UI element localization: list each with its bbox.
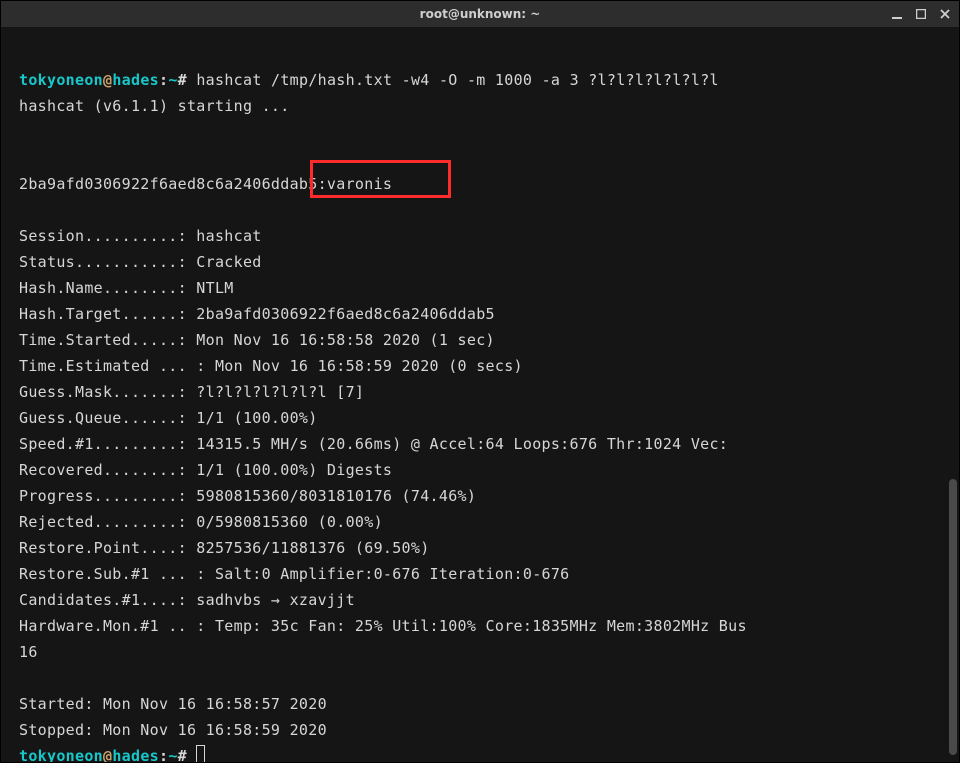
stat-hash-name: Hash.Name........: NTLM bbox=[19, 279, 234, 297]
stat-hardware: Hardware.Mon.#1 .. : Temp: 35c Fan: 25% … bbox=[19, 617, 747, 635]
prompt-hash: # bbox=[178, 747, 187, 762]
prompt-colon: : bbox=[159, 71, 168, 89]
stat-speed: Speed.#1.........: 14315.5 MH/s (20.66ms… bbox=[19, 435, 728, 453]
stat-candidates: Candidates.#1....: sadhvbs → xzavjjt bbox=[19, 591, 355, 609]
footer-started: Started: Mon Nov 16 16:58:57 2020 bbox=[19, 695, 327, 713]
stat-time-started: Time.Started.....: Mon Nov 16 16:58:58 2… bbox=[19, 331, 495, 349]
stat-restore-sub: Restore.Sub.#1 ... : Salt:0 Amplifier:0-… bbox=[19, 565, 570, 583]
prompt-path: ~ bbox=[168, 747, 177, 762]
stat-time-estimated: Time.Estimated ... : Mon Nov 16 16:58:59… bbox=[19, 357, 523, 375]
terminal-window: root@unknown: ~ tokyoneon@hades:~# hashc… bbox=[0, 0, 960, 763]
prompt-user: tokyoneon bbox=[19, 71, 103, 89]
cracked-hash-line: 2ba9afd0306922f6aed8c6a2406ddab5:varonis bbox=[19, 175, 392, 193]
cursor-icon bbox=[196, 745, 205, 762]
starting-line: hashcat (v6.1.1) starting ... bbox=[19, 97, 290, 115]
prompt-colon: : bbox=[159, 747, 168, 762]
stat-rejected: Rejected.........: 0/5980815360 (0.00%) bbox=[19, 513, 383, 531]
titlebar[interactable]: root@unknown: ~ bbox=[1, 1, 959, 27]
command-text: hashcat /tmp/hash.txt -w4 -O -m 1000 -a … bbox=[187, 71, 719, 89]
stat-session: Session..........: hashcat bbox=[19, 227, 262, 245]
footer-stopped: Stopped: Mon Nov 16 16:58:59 2020 bbox=[19, 721, 327, 739]
close-button[interactable] bbox=[937, 6, 953, 22]
window-title: root@unknown: ~ bbox=[420, 7, 541, 21]
prompt-path: ~ bbox=[168, 71, 177, 89]
scrollbar-thumb[interactable] bbox=[949, 479, 957, 755]
terminal-output[interactable]: tokyoneon@hades:~# hashcat /tmp/hash.txt… bbox=[1, 27, 959, 762]
maximize-button[interactable] bbox=[913, 6, 929, 22]
minimize-button[interactable] bbox=[889, 6, 905, 22]
stat-progress: Progress.........: 5980815360/8031810176… bbox=[19, 487, 476, 505]
prompt-at: @ bbox=[103, 747, 112, 762]
stat-guess-mask: Guess.Mask.......: ?l?l?l?l?l?l?l [7] bbox=[19, 383, 364, 401]
stat-hardware-wrap: 16 bbox=[19, 643, 38, 661]
stat-hash-target: Hash.Target......: 2ba9afd0306922f6aed8c… bbox=[19, 305, 495, 323]
stat-recovered: Recovered........: 1/1 (100.00%) Digests bbox=[19, 461, 392, 479]
prompt-host: hades bbox=[112, 71, 159, 89]
stat-guess-queue: Guess.Queue......: 1/1 (100.00%) bbox=[19, 409, 318, 427]
stat-restore-point: Restore.Point....: 8257536/11881376 (69.… bbox=[19, 539, 430, 557]
scrollbar[interactable] bbox=[949, 27, 957, 762]
prompt-hash: # bbox=[178, 71, 187, 89]
prompt-host: hades bbox=[112, 747, 159, 762]
prompt-at: @ bbox=[103, 71, 112, 89]
prompt-user: tokyoneon bbox=[19, 747, 103, 762]
stat-status: Status...........: Cracked bbox=[19, 253, 262, 271]
window-controls bbox=[889, 1, 953, 27]
